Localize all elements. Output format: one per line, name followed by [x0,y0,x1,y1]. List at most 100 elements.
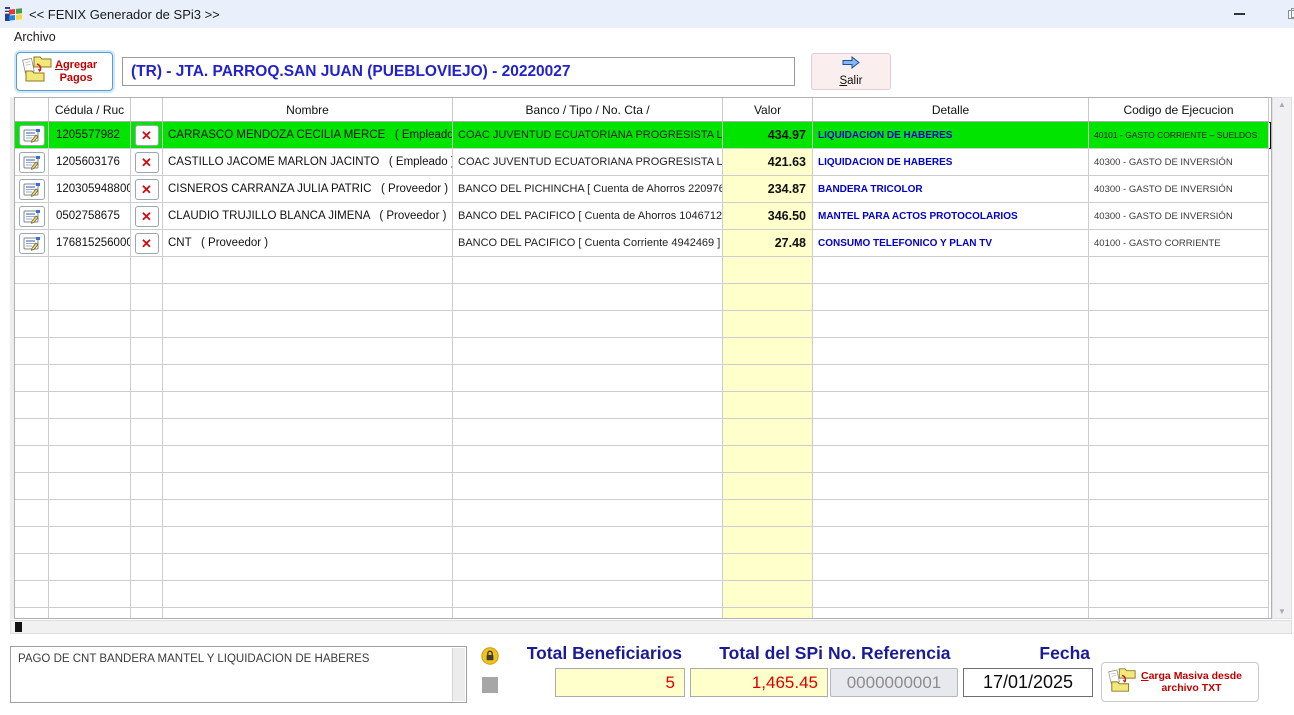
grid-cell-cedula: 1768152560001 [49,230,131,257]
empty-cell [15,419,49,446]
empty-cell [49,392,131,419]
grid-cell-codigo: 40300 - GASTO DE INVERSIÓN [1089,203,1269,230]
carga-masiva-label-2: archivo TXT [1161,682,1221,694]
edit-row-button[interactable] [19,179,45,200]
empty-cell [453,500,723,527]
empty-cell [163,473,453,500]
empty-cell [163,338,453,365]
minimize-button[interactable] [1222,0,1256,28]
table-row[interactable]: 1205577982✕CARRASCO MENDOZA CECILIA MERC… [15,122,1271,149]
empty-row [15,554,1271,581]
scroll-down-icon: ▼ [1273,607,1291,616]
empty-cell [813,338,1089,365]
edit-row-button[interactable] [19,233,45,254]
edit-row-button[interactable] [19,125,45,146]
empty-cell [453,446,723,473]
delete-row-button[interactable]: ✕ [135,179,159,200]
grid-horizontal-scrollbar[interactable] [10,620,1292,634]
empty-cell [49,257,131,284]
grid-vertical-scrollbar[interactable]: ▲ ▼ [1272,97,1292,619]
grid-cell-valor: 27.48 [723,230,813,257]
table-row[interactable]: 1768152560001✕CNT ( Proveedor )BANCO DEL… [15,230,1271,257]
empty-cell [15,473,49,500]
edit-row-button[interactable] [19,206,45,227]
empty-cell [163,500,453,527]
empty-cell [49,500,131,527]
horizontal-scroll-thumb[interactable] [15,622,22,632]
empty-cell [131,284,163,311]
table-row[interactable]: 1203059488001✕CISNEROS CARRANZA JULIA PA… [15,176,1271,203]
empty-cell [49,365,131,392]
carga-masiva-button[interactable]: Carga Masiva desde archivo TXT [1101,662,1259,702]
application-window: << FENIX Generador de SPi3 >> Archivo Ag… [0,0,1294,715]
empty-cell [1089,311,1269,338]
empty-row [15,419,1271,446]
empty-cell [49,338,131,365]
delete-row-button[interactable]: ✕ [135,206,159,227]
empty-cell [163,284,453,311]
empty-cell [131,365,163,392]
grid-cell-codigo: 40101 - GASTO CORRIENTE – SUELDOS [1089,122,1269,149]
empty-cell [813,419,1089,446]
payment-description-memo[interactable]: PAGO DE CNT BANDERA MANTEL Y LIQUIDACION… [10,646,467,703]
fecha-field[interactable]: 17/01/2025 [963,668,1093,697]
grid-cell-valor: 434.97 [723,122,813,149]
grid-header-detalle: Detalle [813,98,1089,122]
grid-cell-valor: 421.63 [723,149,813,176]
memo-scrollbar[interactable] [452,648,465,701]
total-spi-field: 1,465.45 [690,668,828,697]
grid-cell-detalle: BANDERA TRICOLOR [813,176,1089,203]
empty-row [15,284,1271,311]
empty-cell [163,446,453,473]
empty-cell [49,446,131,473]
grid-cell-edit [15,203,49,230]
empty-cell [49,581,131,608]
empty-row [15,446,1271,473]
empty-cell [15,392,49,419]
empty-cell [15,257,49,284]
menu-archivo[interactable]: Archivo [10,29,60,45]
empty-cell [163,365,453,392]
windows-logo-icon [5,5,23,23]
empty-cell [723,419,813,446]
empty-cell [723,338,813,365]
empty-cell [453,392,723,419]
status-square[interactable] [482,677,498,693]
empty-cell [1089,419,1269,446]
grid-cell-valor: 234.87 [723,176,813,203]
salir-button[interactable]: Salir [811,53,891,90]
empty-row [15,473,1271,500]
grid-cell-edit [15,230,49,257]
delete-row-button[interactable]: ✕ [135,233,159,254]
empty-cell [15,581,49,608]
entity-title-input[interactable] [122,57,795,86]
empty-cell [163,608,453,619]
grid-header-nombre: Nombre [163,98,453,122]
empty-cell [163,581,453,608]
delete-row-button[interactable]: ✕ [135,125,159,146]
grid-cell-nombre: CARRASCO MENDOZA CECILIA MERCE ( Emplead… [163,122,453,149]
grid-cell-delete: ✕ [131,122,163,149]
restore-button[interactable] [1276,0,1294,28]
empty-cell [1089,473,1269,500]
grid-cell-edit [15,149,49,176]
table-row[interactable]: 0502758675✕CLAUDIO TRUJILLO BLANCA JIMEN… [15,203,1271,230]
grid-cell-banco: BANCO DEL PACIFICO [ Cuenta Corriente 49… [453,230,723,257]
empty-row [15,338,1271,365]
empty-cell [131,392,163,419]
delete-row-button[interactable]: ✕ [135,152,159,173]
table-row[interactable]: 1205603176✕CASTILLO JACOME MARLON JACINT… [15,149,1271,176]
empty-cell [49,608,131,619]
edit-row-button[interactable] [19,152,45,173]
empty-cell [131,527,163,554]
empty-cell [49,311,131,338]
empty-cell [49,473,131,500]
empty-cell [813,554,1089,581]
empty-cell [163,392,453,419]
empty-cell [723,608,813,619]
empty-cell [15,554,49,581]
empty-cell [723,311,813,338]
agregar-pagos-button[interactable]: Agregar Pagos [16,52,113,91]
empty-cell [453,527,723,554]
grid-cell-delete: ✕ [131,149,163,176]
